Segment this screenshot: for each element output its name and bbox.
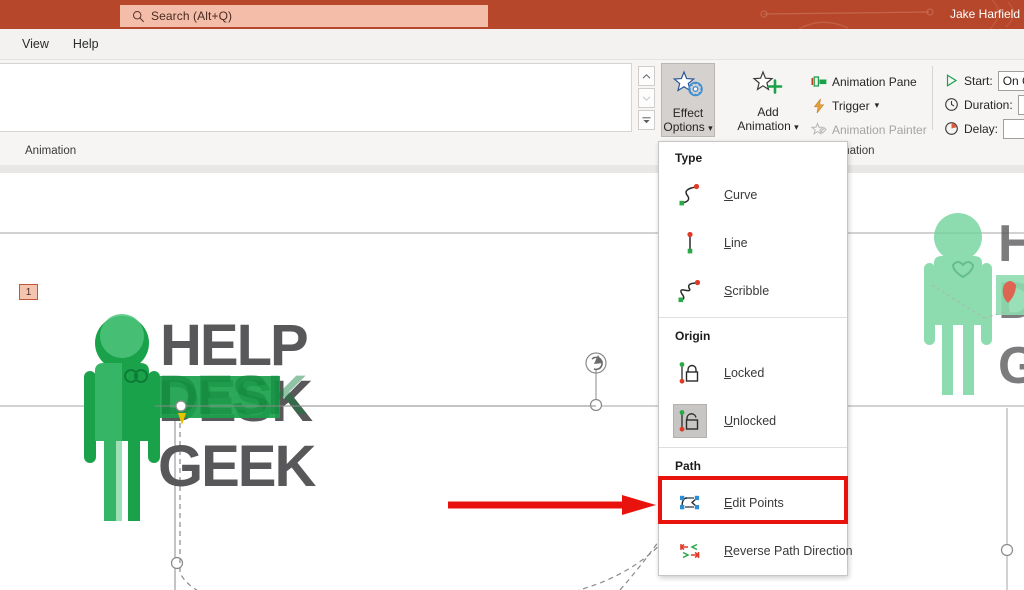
slide-content: HELP DESK GEEK DESK H D G <box>0 213 1024 590</box>
play-icon <box>946 74 958 87</box>
menu-item-line-label: Line <box>724 236 748 250</box>
reverse-path-icon <box>673 534 707 568</box>
path-start-handle[interactable] <box>175 400 187 412</box>
clock-delay-icon <box>945 122 958 135</box>
menu-section-header-origin: Origin <box>675 329 711 343</box>
menu-section-header-type: Type <box>675 151 703 165</box>
start-select[interactable]: On C <box>997 70 1024 91</box>
chevron-down-icon: ▾ <box>794 122 799 132</box>
delay-label: Delay: <box>964 121 999 136</box>
animation-pane-button[interactable]: Animation Pane <box>808 71 920 92</box>
person-figure-icon <box>84 314 160 521</box>
menu-item-scribble-label: Scribble <box>724 284 770 298</box>
powerpoint-window: Search (Alt+Q) Jake Harfield View Help A… <box>0 0 1024 590</box>
menu-item-edit-points[interactable]: Edit Points <box>659 479 847 527</box>
menu-item-edit-points-label: Edit Points <box>724 496 784 510</box>
lock-open-icon <box>673 404 707 438</box>
duration-label: Duration: <box>964 97 1013 112</box>
add-animation-label-line1: Add <box>757 105 779 119</box>
effect-options-label-line2: Options ▾ <box>663 120 713 134</box>
gallery-scroll-up-button[interactable] <box>638 66 655 86</box>
animation-pane-label: Animation Pane <box>832 74 917 89</box>
lock-closed-icon <box>673 356 707 390</box>
effect-options-button[interactable]: Effect Options ▾ <box>661 63 715 137</box>
slide-canvas[interactable]: HELP DESK GEEK DESK H D G <box>0 173 1024 590</box>
edit-points-icon <box>673 486 707 520</box>
path-end-handle[interactable] <box>170 556 184 570</box>
svg-text:H: H <box>998 215 1024 273</box>
menu-item-locked[interactable]: Locked <box>659 349 847 397</box>
trigger-icon <box>813 98 825 113</box>
add-animation-button[interactable]: Add Animation ▾ <box>733 63 803 137</box>
line-path-icon <box>673 226 707 260</box>
menu-separator <box>659 447 847 448</box>
menu-item-unlocked-label: Unlocked <box>724 414 777 428</box>
ribbon-group-divider <box>932 66 933 130</box>
tab-view[interactable]: View <box>10 29 61 60</box>
chevron-down-icon <box>642 95 651 101</box>
effect-options-label-line1: Effect <box>672 106 704 120</box>
menu-item-curve-label: Curve <box>724 188 758 202</box>
gallery-more-icon <box>642 116 651 123</box>
menu-item-line[interactable]: Line <box>659 219 847 267</box>
user-account-name[interactable]: Jake Harfield <box>950 7 1020 21</box>
menu-item-reverse-path-direction[interactable]: Reverse Path Direction <box>659 527 853 575</box>
search-icon <box>132 10 145 22</box>
menu-item-scribble[interactable]: Scribble <box>659 267 847 315</box>
trigger-label: Trigger <box>832 98 870 113</box>
animation-painter-icon <box>811 121 827 135</box>
menu-item-curve[interactable]: Curve <box>659 171 847 219</box>
animation-pane-icon <box>811 75 827 87</box>
delay-row: Delay: <box>944 118 1024 139</box>
duration-input[interactable] <box>1017 94 1024 115</box>
animation-order-badge[interactable]: 1 <box>19 284 38 300</box>
animation-painter-button: Animation Painter <box>808 119 930 140</box>
annotation-arrow-icon <box>448 495 656 515</box>
add-animation-icon <box>752 70 783 94</box>
path-ghost-handle[interactable] <box>1000 543 1014 557</box>
scribble-path-icon <box>673 274 707 308</box>
chevron-down-icon: ▾ <box>708 123 713 133</box>
menu-section-header-path: Path <box>675 459 702 473</box>
chevron-down-icon: ▾ <box>874 100 880 110</box>
animation-gallery[interactable] <box>0 63 632 132</box>
clock-icon <box>945 98 958 111</box>
slide-logo-ghost-preview: H D G <box>924 213 1024 395</box>
logo-line-geek: GEEK <box>158 434 316 499</box>
rotation-handle[interactable] <box>585 352 607 412</box>
canvas-top-strip <box>0 165 1024 173</box>
delay-input[interactable] <box>1003 118 1024 139</box>
search-input[interactable]: Search (Alt+Q) <box>120 5 488 27</box>
effect-options-icon <box>672 70 703 97</box>
gallery-more-button[interactable] <box>638 110 655 130</box>
tab-help[interactable]: Help <box>61 29 111 60</box>
menu-item-reverse-path-direction-label: Reverse Path Direction <box>724 544 853 558</box>
menu-item-locked-label: Locked <box>724 366 765 380</box>
slide-logo-primary[interactable]: HELP DESK GEEK DESK <box>84 313 318 521</box>
start-row: Start: On C <box>944 70 1024 91</box>
svg-text:G: G <box>998 337 1024 395</box>
group-label-animation: Animation <box>25 145 77 157</box>
gallery-scroll-down-button[interactable] <box>638 88 655 108</box>
title-bar: Search (Alt+Q) Jake Harfield <box>0 0 1024 29</box>
curve-path-icon <box>673 178 707 212</box>
duration-row: Duration: <box>944 94 1024 115</box>
trigger-button[interactable]: Trigger ▾ <box>808 95 882 116</box>
animation-painter-label: Animation Painter <box>832 122 927 137</box>
search-placeholder-text: Search (Alt+Q) <box>151 9 233 23</box>
add-animation-label-line2: Animation ▾ <box>737 119 799 133</box>
start-label: Start: <box>964 73 993 88</box>
animation-gallery-scroll <box>638 66 655 130</box>
ribbon-tab-strip: View Help <box>0 29 1024 60</box>
menu-item-unlocked[interactable]: Unlocked <box>659 397 847 445</box>
effect-options-menu: Type Curve Line Scribble Origin Locked U… <box>658 141 853 576</box>
chevron-up-icon <box>642 73 651 79</box>
menu-separator <box>659 317 847 318</box>
